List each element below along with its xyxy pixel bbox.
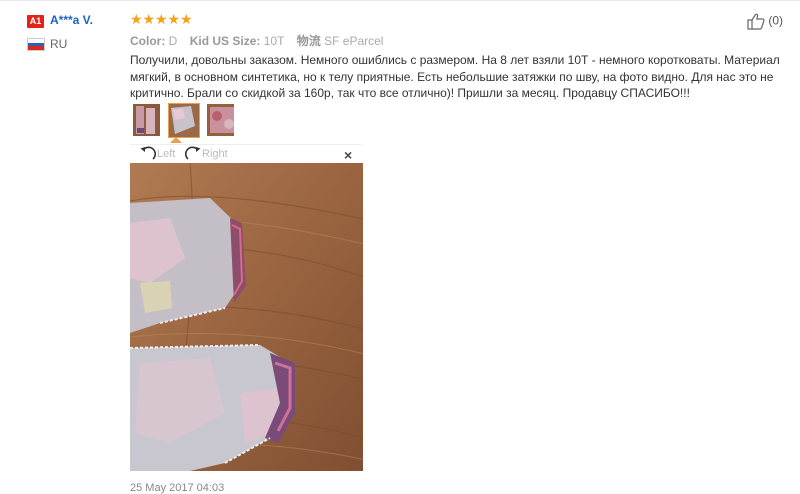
size-key: Kid US Size: xyxy=(189,34,261,48)
rotate-left-icon xyxy=(140,146,156,160)
photo-viewer: Left Right × xyxy=(130,144,363,471)
reviewer-country: RU xyxy=(50,37,68,51)
star-icon: ★ xyxy=(167,11,181,27)
rotate-right-button[interactable]: Right xyxy=(184,146,228,162)
rotate-left-button[interactable]: Left xyxy=(139,146,175,162)
photo-thumbnail-3[interactable] xyxy=(207,104,234,136)
russia-flag-icon xyxy=(27,38,45,51)
thumbs-up-icon xyxy=(747,13,765,30)
order-attributes: Color: D Kid US Size: 10T 物流 SF eParcel xyxy=(130,32,383,49)
color-key: Color: xyxy=(130,34,166,48)
star-icon: ★ xyxy=(180,11,193,27)
rotate-left-label: Left xyxy=(157,147,176,160)
rotate-right-icon xyxy=(185,146,201,160)
color-value: D xyxy=(168,34,178,48)
photo-thumbnail-1[interactable] xyxy=(133,104,160,136)
rotate-right-label: Right xyxy=(202,147,228,160)
selected-thumbnail-pointer xyxy=(170,137,182,143)
review-photo xyxy=(130,163,363,471)
close-viewer-button[interactable]: × xyxy=(344,147,352,163)
review-text: Получили, довольны заказом. Немного ошиб… xyxy=(130,53,780,100)
shipping-key: 物流 xyxy=(296,34,321,48)
star-rating: ★★★★★ xyxy=(130,11,193,28)
size-value: 10T xyxy=(263,34,285,48)
buyer-level-badge: A1 xyxy=(27,15,44,28)
review-date: 25 May 2017 04:03 xyxy=(130,482,225,494)
star-icon: ★ xyxy=(130,11,143,27)
top-divider xyxy=(0,0,800,1)
helpful-button[interactable]: (0) xyxy=(747,13,783,30)
photo-thumbnail-2[interactable] xyxy=(168,103,200,138)
star-icon: ★ xyxy=(142,11,156,27)
reviewer-name[interactable]: A***a V. xyxy=(50,13,93,27)
photo-viewer-toolbar: Left Right × xyxy=(130,144,362,163)
shipping-value: SF eParcel xyxy=(324,34,384,48)
star-icon: ★ xyxy=(155,11,168,27)
helpful-count: (0) xyxy=(768,13,784,28)
